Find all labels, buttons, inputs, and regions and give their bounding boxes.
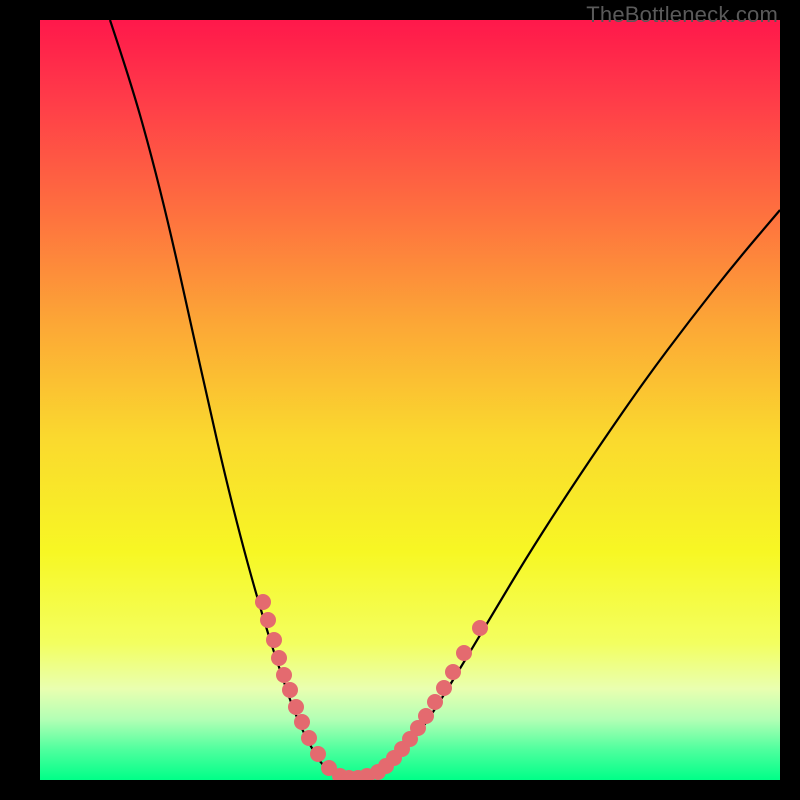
data-dot <box>456 645 472 661</box>
dots-bottom <box>332 768 375 780</box>
dots-left-branch <box>255 594 337 776</box>
data-dot <box>427 694 443 710</box>
data-dot <box>294 714 310 730</box>
data-dot <box>418 708 434 724</box>
data-dot <box>260 612 276 628</box>
data-dot <box>255 594 271 610</box>
data-dot <box>282 682 298 698</box>
plot-area <box>40 20 780 780</box>
data-dot <box>301 730 317 746</box>
bottleneck-curve <box>110 20 780 778</box>
data-dot <box>436 680 452 696</box>
data-dot <box>271 650 287 666</box>
data-dot <box>276 667 292 683</box>
data-dot <box>310 746 326 762</box>
data-dot <box>288 699 304 715</box>
dots-right-branch <box>370 620 488 780</box>
curve-layer <box>40 20 780 780</box>
data-dot <box>266 632 282 648</box>
data-dot <box>445 664 461 680</box>
watermark-text: TheBottleneck.com <box>586 2 778 28</box>
data-dot <box>472 620 488 636</box>
chart-frame: TheBottleneck.com <box>0 0 800 800</box>
